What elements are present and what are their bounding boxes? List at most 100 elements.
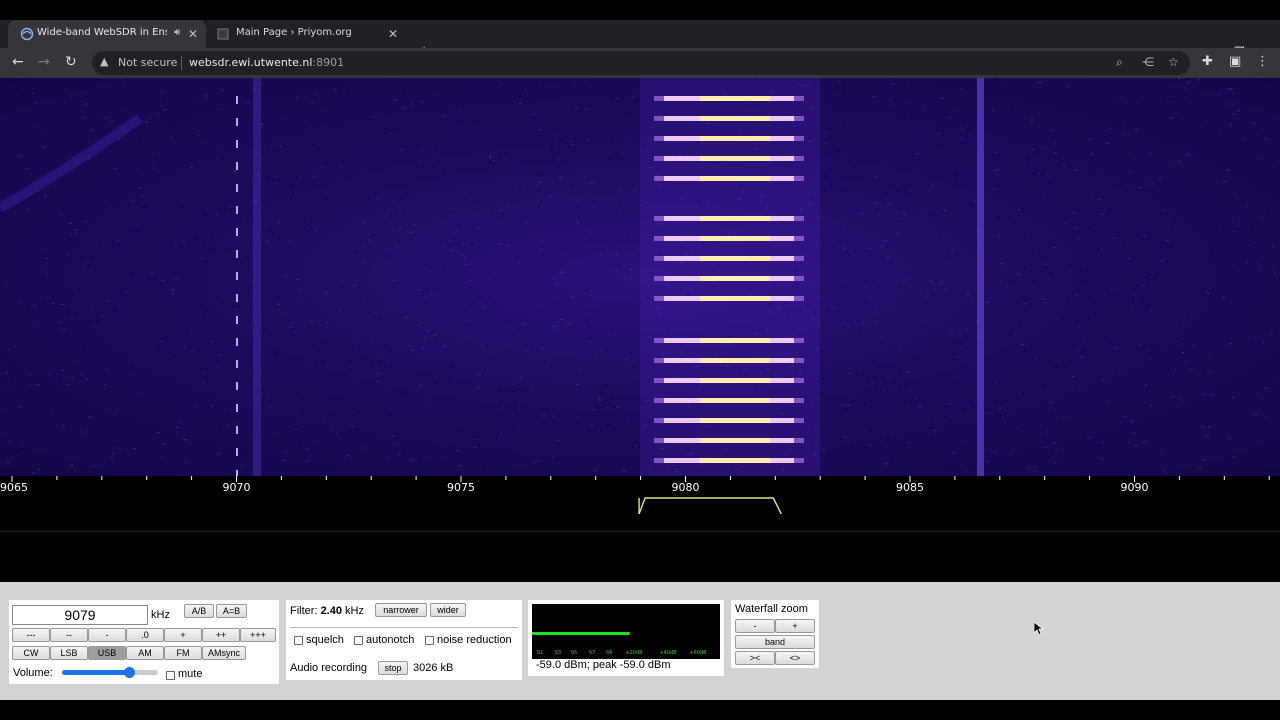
stop-recording-button[interactable]: stop — [378, 661, 408, 675]
autonotch-checkbox[interactable] — [354, 636, 363, 645]
share-icon[interactable]: ⋲ — [1142, 55, 1154, 69]
waterfall-display[interactable] — [0, 78, 1280, 476]
noise-speck — [623, 278, 626, 280]
url-text[interactable]: websdr.ewi.utwente.nl:8901 — [189, 56, 344, 69]
noise-speck — [856, 373, 859, 375]
noise-speck — [873, 280, 876, 282]
noise-speck — [1017, 273, 1021, 275]
noise-speck — [933, 290, 936, 292]
noise-speck — [865, 157, 867, 159]
noise-speck — [1071, 375, 1075, 377]
close-tab-icon[interactable]: ✕ — [188, 27, 198, 41]
noise-speck — [1040, 173, 1044, 175]
carrier-dash — [236, 140, 238, 148]
step-minus-3-button[interactable]: --- — [12, 628, 50, 642]
noise-speck — [940, 145, 944, 147]
noise-speck — [577, 416, 579, 418]
noise-speck — [510, 242, 513, 244]
zoom-magnifier-icon[interactable]: ⌕ — [1116, 55, 1123, 70]
tab-websdr[interactable]: Wide-band WebSDR in Ensch 🔊︎ ✕ — [8, 20, 206, 48]
mode-cw-button[interactable]: CW — [12, 646, 50, 660]
noise-speck — [1129, 236, 1131, 238]
noise-speck — [150, 323, 152, 325]
reload-icon[interactable]: ↻ — [65, 54, 77, 70]
zoom-in-button[interactable]: + — [775, 619, 815, 633]
band-display[interactable] — [0, 532, 1280, 582]
noise-speck — [282, 460, 286, 462]
zoom-out-button[interactable]: - — [735, 619, 775, 633]
noise-speck — [1151, 272, 1153, 274]
wider-button[interactable]: wider — [430, 603, 466, 617]
step-plus-1-button[interactable]: + — [164, 628, 202, 642]
signal-core — [700, 236, 770, 241]
tab-priyom[interactable]: Main Page › Priyom.org ✕ — [206, 20, 406, 48]
warning-triangle-icon[interactable]: ▲ — [100, 55, 108, 68]
frequency-scale[interactable]: 9065 9070 9075 9080 9085 9090 — [0, 476, 1280, 532]
extensions-puzzle-icon[interactable]: ✚ — [1202, 54, 1213, 69]
noise-speck — [859, 328, 861, 330]
noise-reduction-checkbox[interactable] — [425, 636, 434, 645]
noise-speck — [1185, 86, 1189, 88]
menu-kebab-icon[interactable]: ⋮ — [1256, 54, 1269, 69]
noise-speck — [891, 292, 893, 294]
ab-button[interactable]: A/B — [184, 604, 214, 618]
noise-speck — [1028, 164, 1030, 166]
noise-speck — [541, 252, 544, 254]
noise-speck — [148, 247, 150, 249]
volume-knob[interactable] — [124, 667, 136, 678]
noise-speck — [78, 318, 80, 320]
forward-arrow-icon[interactable]: → — [38, 54, 50, 70]
noise-speck — [932, 290, 935, 292]
mode-am-button[interactable]: AM — [126, 646, 164, 660]
noise-speck — [1261, 397, 1263, 399]
speaker-icon[interactable]: 🔊︎ — [174, 27, 180, 38]
not-secure-label[interactable]: Not secure — [118, 56, 177, 69]
noise-speck — [48, 192, 51, 194]
noise-speck — [428, 407, 431, 409]
noise-speck — [900, 347, 902, 349]
round-zero-button[interactable]: .0 — [126, 628, 164, 642]
noise-speck — [390, 215, 393, 217]
step-minus-1-button[interactable]: - — [88, 628, 126, 642]
noise-speck — [217, 453, 220, 455]
zoom-max-in-button[interactable]: >< — [735, 651, 775, 665]
close-tab-icon[interactable]: ✕ — [388, 27, 398, 41]
step-plus-3-button[interactable]: +++ — [240, 628, 276, 642]
noise-speck — [1057, 267, 1060, 269]
narrower-button[interactable]: narrower — [375, 603, 427, 617]
omnibox[interactable]: ▲ Not secure websdr.ewi.utwente.nl:8901 … — [92, 51, 1190, 75]
bookmark-star-icon[interactable]: ☆ — [1168, 55, 1179, 69]
noise-speck — [324, 292, 328, 294]
noise-speck — [426, 330, 430, 332]
step-minus-2-button[interactable]: -- — [50, 628, 88, 642]
mode-lsb-button[interactable]: LSB — [50, 646, 88, 660]
noise-speck — [445, 463, 448, 465]
squelch-checkbox[interactable] — [294, 636, 303, 645]
mode-fm-button[interactable]: FM — [164, 646, 202, 660]
noise-speck — [921, 139, 923, 141]
noise-speck — [542, 246, 544, 248]
mode-usb-button[interactable]: USB — [88, 646, 126, 660]
noise-speck — [1048, 176, 1050, 178]
zoom-band-button[interactable]: band — [735, 635, 815, 649]
noise-speck — [45, 271, 48, 273]
noise-speck — [1088, 138, 1092, 140]
back-arrow-icon[interactable]: ← — [12, 54, 24, 70]
noise-speck — [505, 152, 508, 154]
frequency-input[interactable]: 9079 — [12, 605, 148, 625]
volume-slider[interactable] — [62, 667, 158, 678]
noise-speck — [94, 115, 98, 117]
noise-speck — [58, 181, 62, 183]
noise-speck — [555, 135, 557, 137]
mute-checkbox[interactable] — [166, 671, 175, 680]
noise-speck — [1176, 338, 1180, 340]
noise-speck — [284, 275, 287, 277]
a-equals-b-button[interactable]: A=B — [216, 604, 247, 618]
side-panel-icon[interactable]: ▣ — [1229, 54, 1241, 69]
mode-amsync-button[interactable]: AMsync — [202, 646, 246, 660]
noise-speck — [529, 388, 532, 390]
step-plus-2-button[interactable]: ++ — [202, 628, 240, 642]
noise-speck — [282, 149, 284, 151]
zoom-max-out-button[interactable]: <> — [775, 651, 815, 665]
noise-speck — [1082, 348, 1085, 350]
